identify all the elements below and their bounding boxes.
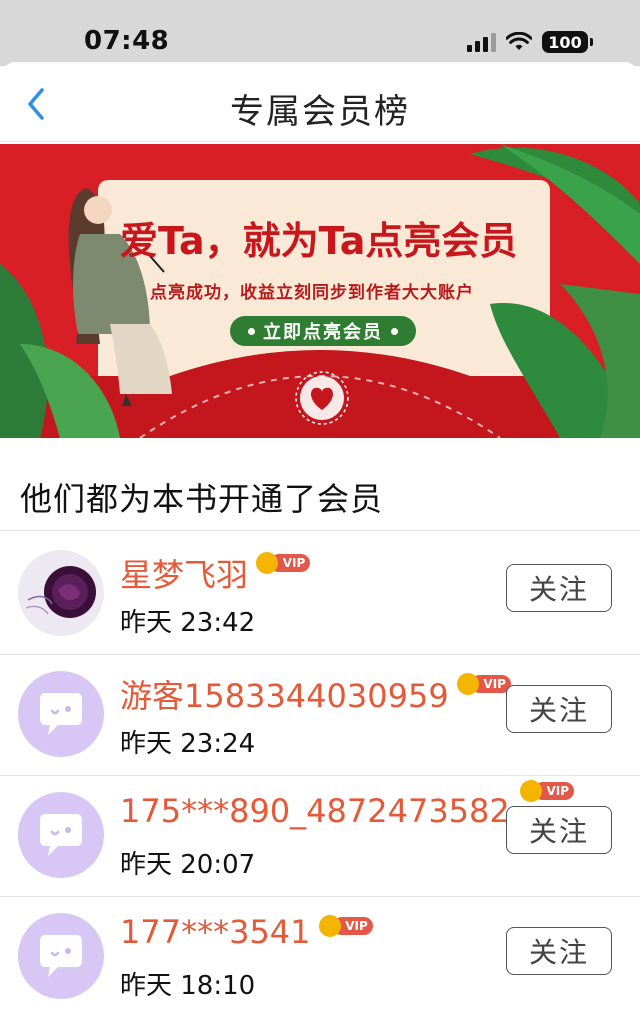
- avatar[interactable]: [18, 792, 104, 878]
- banner-subtext: 点亮成功，收益立刻同步到作者大大账户: [150, 283, 474, 303]
- status-time: 07:48: [84, 26, 170, 56]
- bullet-dot-icon: [391, 327, 398, 335]
- follow-button[interactable]: 关注: [506, 564, 612, 612]
- member-name-text: 177***3541: [120, 913, 311, 951]
- member-row: 星梦飞羽 VIP 昨天 23:42 关注: [0, 534, 640, 654]
- battery-icon: 100: [542, 31, 593, 53]
- member-name-text: 星梦飞羽: [120, 556, 249, 594]
- light-up-membership-label: 立即点亮会员: [263, 322, 383, 343]
- vip-badge: VIP: [318, 915, 373, 937]
- follow-button[interactable]: 关注: [506, 806, 612, 854]
- member-name: 游客1583344030959 VIP: [120, 671, 511, 717]
- chat-bubble-avatar-icon: [40, 693, 82, 735]
- member-row: 175***890_4872473582 VIP 昨天 20:07 关注: [0, 776, 640, 896]
- member-time: 昨天 20:07: [120, 850, 256, 880]
- member-time: 昨天 18:10: [120, 971, 256, 1001]
- divider: [0, 530, 640, 531]
- member-ranking-page: 07:48 100 专属会员榜 爱Ta，就为Ta点亮会员 点亮成功，收益立刻同步…: [0, 0, 640, 1014]
- crown-icon: [318, 915, 341, 937]
- battery-level: 100: [548, 32, 582, 52]
- vip-badge: VIP: [256, 552, 311, 574]
- vip-badge: VIP: [456, 673, 511, 695]
- page-title: 专属会员榜: [230, 92, 410, 132]
- crown-icon: [256, 552, 279, 574]
- rose-avatar-image: [18, 550, 104, 636]
- wifi-icon: [506, 32, 532, 50]
- navigation-bar: 专属会员榜: [0, 62, 640, 142]
- member-time: 昨天 23:24: [120, 729, 256, 759]
- avatar[interactable]: [18, 550, 104, 636]
- follow-button[interactable]: 关注: [506, 927, 612, 975]
- member-row: 177***3541 VIP 昨天 18:10 关注: [0, 897, 640, 1014]
- bullet-dot-icon: [248, 327, 255, 335]
- light-up-membership-button[interactable]: 立即点亮会员: [230, 316, 416, 346]
- cellular-signal-icon: [467, 32, 496, 52]
- vip-badge: VIP: [519, 780, 574, 802]
- member-row: 游客1583344030959 VIP 昨天 23:24 关注: [0, 655, 640, 775]
- section-title: 他们都为本书开通了会员: [20, 480, 384, 518]
- follow-button[interactable]: 关注: [506, 685, 612, 733]
- avatar[interactable]: [18, 671, 104, 757]
- crown-icon: [456, 673, 479, 695]
- avatar[interactable]: [18, 913, 104, 999]
- member-name: 星梦飞羽 VIP: [120, 550, 311, 596]
- member-name-text: 游客1583344030959: [120, 677, 449, 715]
- banner-headline: 爱Ta，就为Ta点亮会员: [120, 219, 518, 263]
- chat-bubble-avatar-icon: [40, 814, 82, 856]
- status-icons: 100: [467, 30, 593, 54]
- member-name-text: 175***890_4872473582: [120, 792, 510, 830]
- crown-icon: [519, 780, 542, 802]
- promo-banner[interactable]: 爱Ta，就为Ta点亮会员 点亮成功，收益立刻同步到作者大大账户 立即点亮会员: [0, 144, 640, 438]
- member-time: 昨天 23:42: [120, 608, 256, 638]
- status-bar: 07:48 100: [0, 0, 640, 66]
- member-name: 177***3541 VIP: [120, 913, 373, 951]
- chat-bubble-avatar-icon: [40, 935, 82, 977]
